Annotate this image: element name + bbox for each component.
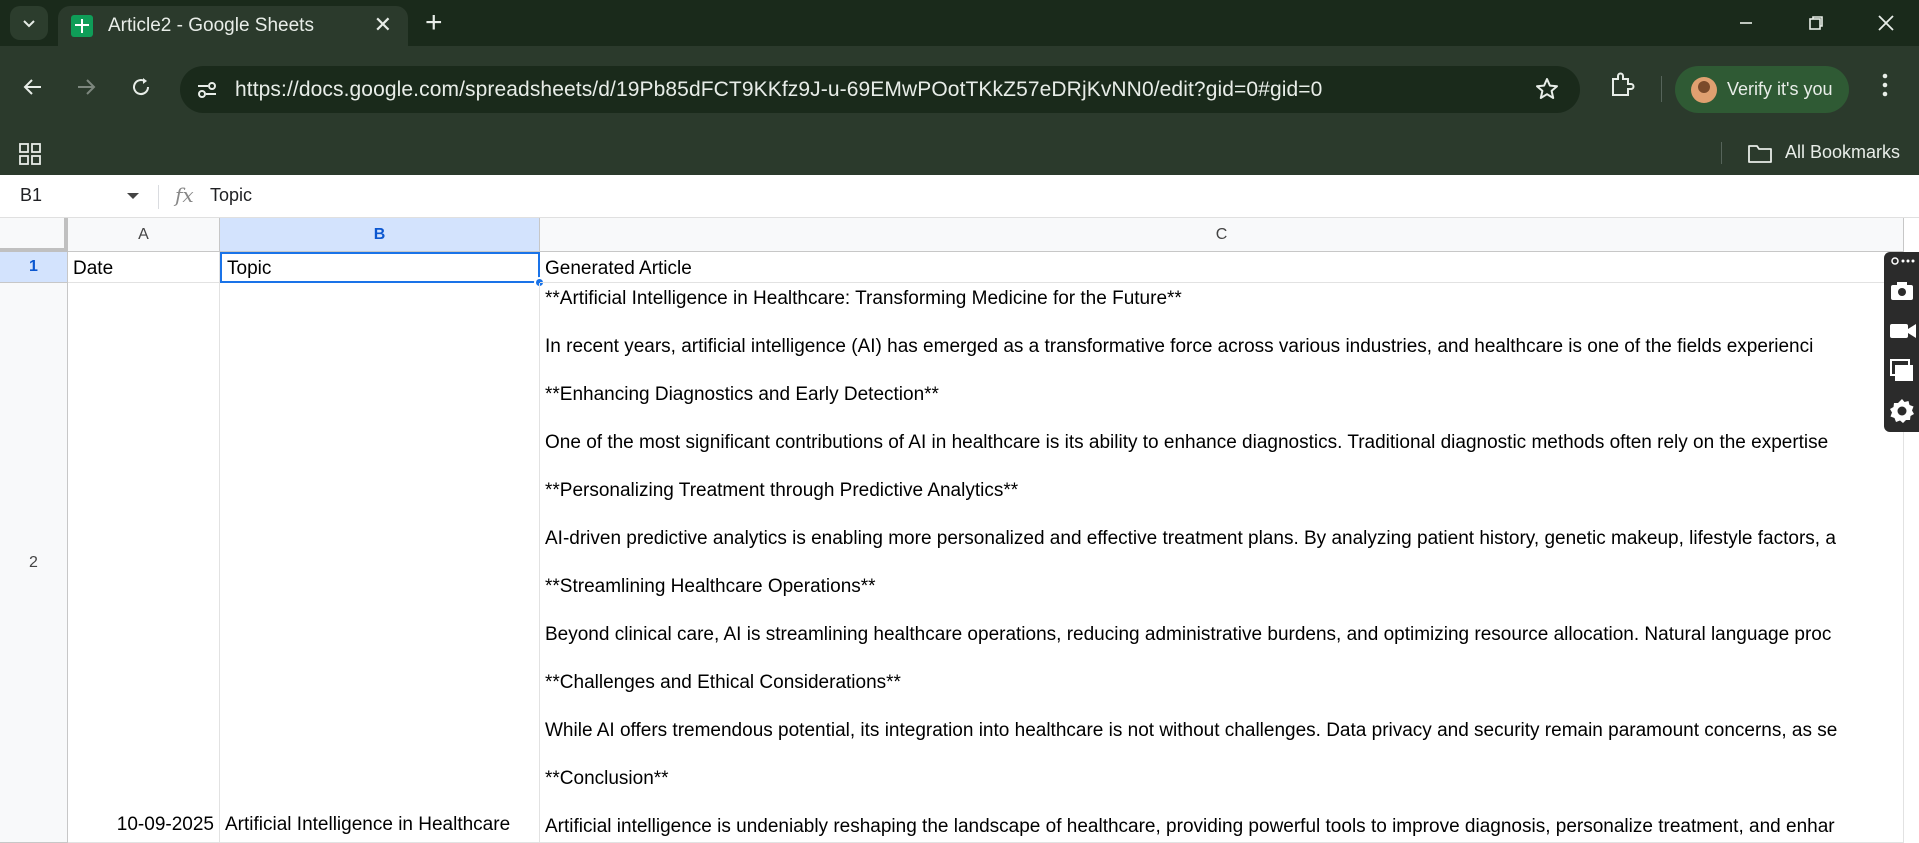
chevron-down-icon	[23, 20, 35, 28]
cell-c2[interactable]: **Artificial Intelligence in Healthcare:…	[540, 283, 1904, 843]
reload-button[interactable]	[121, 67, 161, 107]
cell-b1[interactable]: Topic	[220, 252, 540, 283]
article-line: AI-driven predictive analytics is enabli…	[545, 528, 1836, 549]
minimize-button[interactable]	[1713, 0, 1779, 46]
cell-a1-value: Date	[73, 258, 114, 279]
article-line: Beyond clinical care, AI is streamlining…	[545, 624, 1832, 645]
browser-tab[interactable]: Article2 - Google Sheets ✕	[58, 6, 408, 46]
forward-arrow-icon	[78, 79, 96, 95]
new-tab-button[interactable]: +	[425, 7, 443, 39]
column-header-c[interactable]: C	[540, 218, 1904, 252]
cell-a2[interactable]: 10-09-2025	[68, 283, 220, 843]
cell-a1[interactable]: Date	[68, 252, 220, 283]
formula-bar: B1 fx Topic	[0, 175, 1919, 218]
camera-icon[interactable]	[1889, 278, 1915, 304]
article-line: **Conclusion**	[545, 768, 669, 789]
column-header-b[interactable]: B	[220, 218, 540, 252]
restore-icon	[1809, 16, 1823, 30]
cell-c1-value: Generated Article	[545, 258, 692, 279]
tab-title: Article2 - Google Sheets	[108, 15, 314, 36]
profile-verify-label: Verify it's you	[1727, 79, 1833, 99]
url-text: https://docs.google.com/spreadsheets/d/1…	[235, 78, 1323, 101]
article-line: One of the most significant contribution…	[545, 432, 1829, 453]
formula-input[interactable]: Topic	[210, 185, 252, 206]
spreadsheet-grid: A B C 1 2 Date Topic Generated Article 1…	[0, 218, 1919, 843]
row-header-2[interactable]: 2	[0, 283, 68, 843]
reload-icon	[133, 78, 150, 96]
back-button[interactable]	[13, 67, 53, 107]
more-menu-icon[interactable]	[1870, 70, 1900, 105]
settings-gear-icon[interactable]	[1889, 398, 1915, 424]
browser-toolbar: https://docs.google.com/spreadsheets/d/1…	[0, 46, 1919, 130]
select-all-corner[interactable]	[0, 218, 68, 252]
more-options-icon[interactable]	[1889, 254, 1915, 268]
fx-icon: fx	[175, 183, 194, 207]
cell-b2[interactable]: Artificial Intelligence in Healthcare	[220, 283, 540, 843]
row-header-1[interactable]: 1	[0, 252, 68, 283]
bookmarks-bar: All Bookmarks	[0, 130, 1919, 175]
article-line: In recent years, artificial intelligence…	[545, 336, 1814, 357]
capture-side-panel	[1884, 252, 1919, 432]
folder-icon	[1747, 142, 1773, 169]
article-line: **Streamlining Healthcare Operations**	[545, 576, 876, 597]
article-line: Artificial intelligence is undeniably re…	[545, 816, 1835, 837]
article-line: **Challenges and Ethical Considerations*…	[545, 672, 901, 693]
article-line: **Artificial Intelligence in Healthcare:…	[545, 288, 1182, 309]
cell-c1[interactable]: Generated Article	[540, 252, 1904, 283]
bookmarks-divider	[1721, 142, 1722, 164]
minimize-icon	[1740, 22, 1752, 24]
article-line: While AI offers tremendous potential, it…	[545, 720, 1838, 741]
extensions-icon[interactable]	[1607, 70, 1637, 105]
article-line: **Enhancing Diagnostics and Early Detect…	[545, 384, 939, 405]
forward-button[interactable]	[66, 67, 106, 107]
back-arrow-icon	[23, 79, 41, 95]
avatar	[1691, 77, 1717, 103]
close-icon	[1878, 15, 1894, 31]
cell-b2-value: Artificial Intelligence in Healthcare	[225, 814, 511, 835]
video-camera-icon[interactable]	[1889, 318, 1916, 344]
formula-bar-divider	[158, 185, 159, 209]
article-line: **Personalizing Treatment through Predic…	[545, 480, 1019, 501]
toolbar-divider	[1661, 76, 1662, 102]
browser-titlebar: Article2 - Google Sheets ✕ +	[0, 0, 1919, 46]
close-tab-icon[interactable]: ✕	[374, 12, 392, 38]
all-bookmarks-label: All Bookmarks	[1785, 142, 1901, 162]
site-settings-icon[interactable]	[194, 77, 220, 103]
close-window-button[interactable]	[1853, 0, 1919, 46]
address-bar[interactable]: https://docs.google.com/spreadsheets/d/1…	[180, 66, 1580, 113]
windows-icon[interactable]	[1889, 358, 1915, 384]
profile-verify-button[interactable]: Verify it's you	[1675, 66, 1849, 113]
restore-button[interactable]	[1783, 0, 1849, 46]
name-box[interactable]: B1	[20, 185, 42, 206]
name-box-dropdown-icon[interactable]	[127, 193, 139, 199]
cell-b1-value: Topic	[227, 258, 272, 279]
bookmark-star-icon[interactable]	[1534, 76, 1560, 107]
column-header-a[interactable]: A	[68, 218, 220, 252]
apps-grid-icon[interactable]	[18, 142, 42, 171]
cell-a2-value: 10-09-2025	[116, 814, 214, 835]
sheets-favicon-icon	[71, 15, 93, 37]
tab-search-button[interactable]	[10, 6, 48, 40]
